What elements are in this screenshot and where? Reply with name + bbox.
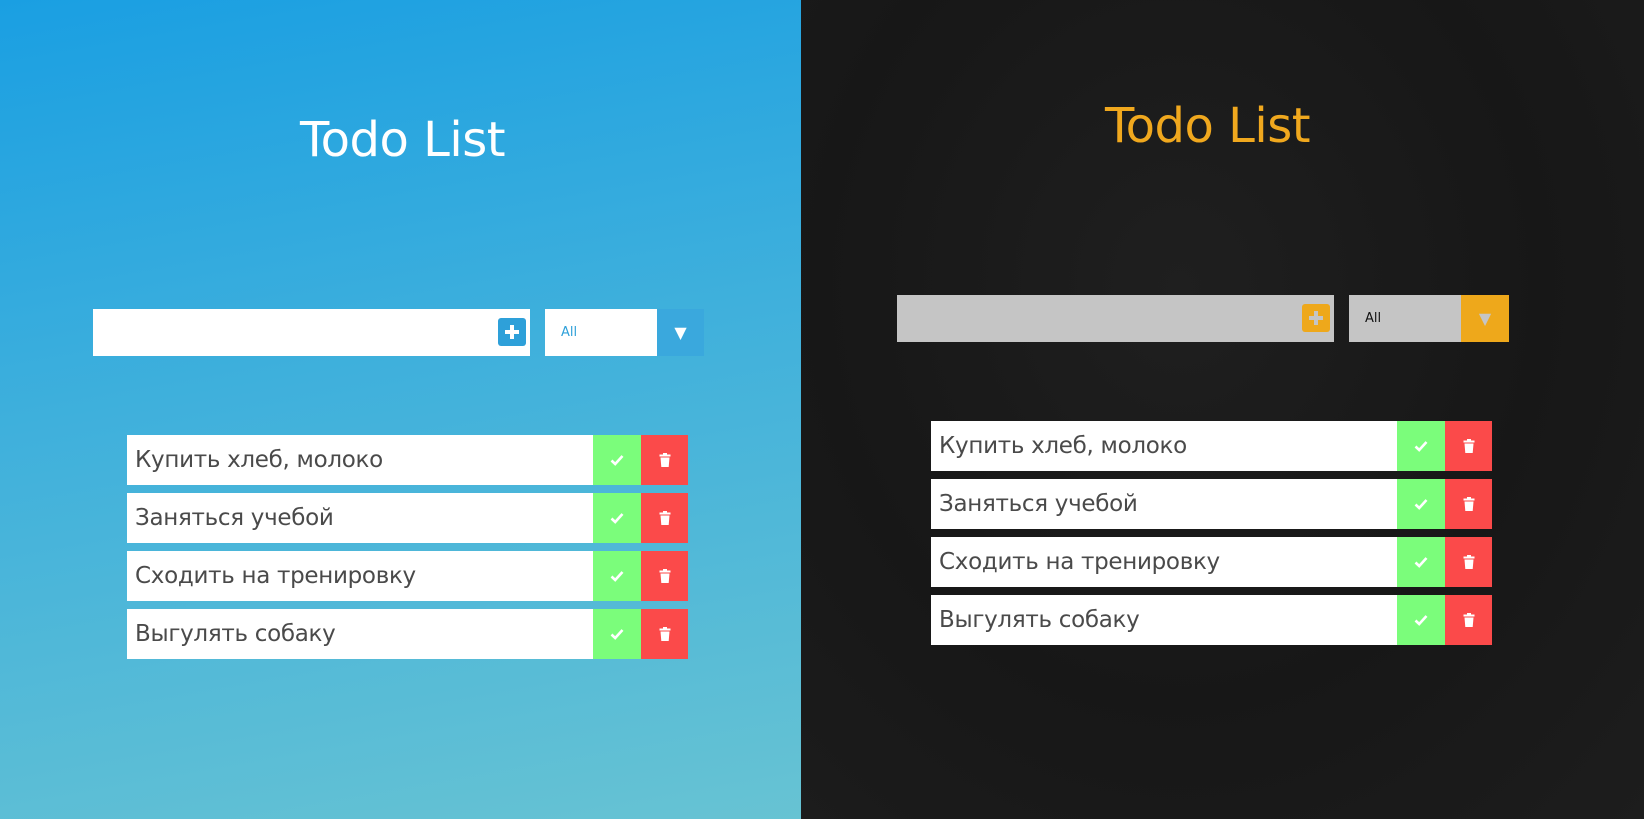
todo-text: Заняться учебой [939, 491, 1138, 517]
complete-button[interactable] [1397, 421, 1445, 471]
filter-select[interactable]: All ▼ [545, 309, 704, 356]
trash-icon [1463, 613, 1474, 627]
page-title: Todo List [300, 112, 506, 168]
todo-text: Сходить на тренировку [939, 549, 1220, 575]
todo-text: Выгулять собаку [939, 607, 1140, 633]
dark-theme-panel: Todo List All ▼ Купить хлеб, молоко Заня… [801, 0, 1644, 819]
complete-button[interactable] [1397, 537, 1445, 587]
todo-text: Сходить на тренировку [135, 563, 416, 589]
check-icon [610, 455, 624, 466]
list-item: Сходить на тренировку [127, 551, 688, 601]
filter-selected-value[interactable]: All [1349, 295, 1461, 342]
trash-icon [659, 453, 670, 467]
new-todo-field [93, 309, 530, 356]
new-todo-input[interactable] [897, 295, 1277, 342]
list-item: Заняться учебой [127, 493, 688, 543]
check-icon [610, 571, 624, 582]
check-icon [610, 513, 624, 524]
check-icon [1414, 615, 1428, 626]
light-theme-panel: Todo List All ▼ Купить хлеб, молоко Заня… [0, 0, 801, 819]
delete-button[interactable] [641, 551, 688, 601]
plus-icon [505, 325, 519, 339]
delete-button[interactable] [1445, 479, 1492, 529]
list-item: Сходить на тренировку [931, 537, 1492, 587]
todo-list: Купить хлеб, молоко Заняться учебой Сход… [127, 435, 688, 667]
complete-button[interactable] [593, 609, 641, 659]
complete-button[interactable] [593, 435, 641, 485]
delete-button[interactable] [1445, 537, 1492, 587]
trash-icon [659, 569, 670, 583]
complete-button[interactable] [1397, 595, 1445, 645]
check-icon [610, 629, 624, 640]
list-item: Заняться учебой [931, 479, 1492, 529]
new-todo-input[interactable] [93, 309, 473, 356]
trash-icon [1463, 555, 1474, 569]
todo-list: Купить хлеб, молоко Заняться учебой Сход… [931, 421, 1492, 653]
list-item: Выгулять собаку [931, 595, 1492, 645]
trash-icon [1463, 439, 1474, 453]
filter-selected-value[interactable]: All [545, 309, 657, 356]
delete-button[interactable] [641, 435, 688, 485]
list-item: Купить хлеб, молоко [931, 421, 1492, 471]
filter-select[interactable]: All ▼ [1349, 295, 1509, 342]
complete-button[interactable] [593, 493, 641, 543]
trash-icon [1463, 497, 1474, 511]
delete-button[interactable] [1445, 421, 1492, 471]
delete-button[interactable] [641, 493, 688, 543]
complete-button[interactable] [593, 551, 641, 601]
add-todo-button[interactable] [1302, 304, 1330, 332]
todo-text: Купить хлеб, молоко [939, 433, 1187, 459]
check-icon [1414, 441, 1428, 452]
check-icon [1414, 557, 1428, 568]
chevron-down-icon[interactable]: ▼ [1461, 295, 1509, 342]
delete-button[interactable] [1445, 595, 1492, 645]
trash-icon [659, 627, 670, 641]
list-item: Выгулять собаку [127, 609, 688, 659]
chevron-down-icon[interactable]: ▼ [657, 309, 704, 356]
check-icon [1414, 499, 1428, 510]
delete-button[interactable] [641, 609, 688, 659]
todo-text: Заняться учебой [135, 505, 334, 531]
list-item: Купить хлеб, молоко [127, 435, 688, 485]
todo-text: Выгулять собаку [135, 621, 336, 647]
todo-text: Купить хлеб, молоко [135, 447, 383, 473]
page-title: Todo List [1105, 98, 1311, 154]
complete-button[interactable] [1397, 479, 1445, 529]
add-todo-button[interactable] [498, 318, 526, 346]
trash-icon [659, 511, 670, 525]
plus-icon [1309, 311, 1323, 325]
new-todo-field [897, 295, 1334, 342]
